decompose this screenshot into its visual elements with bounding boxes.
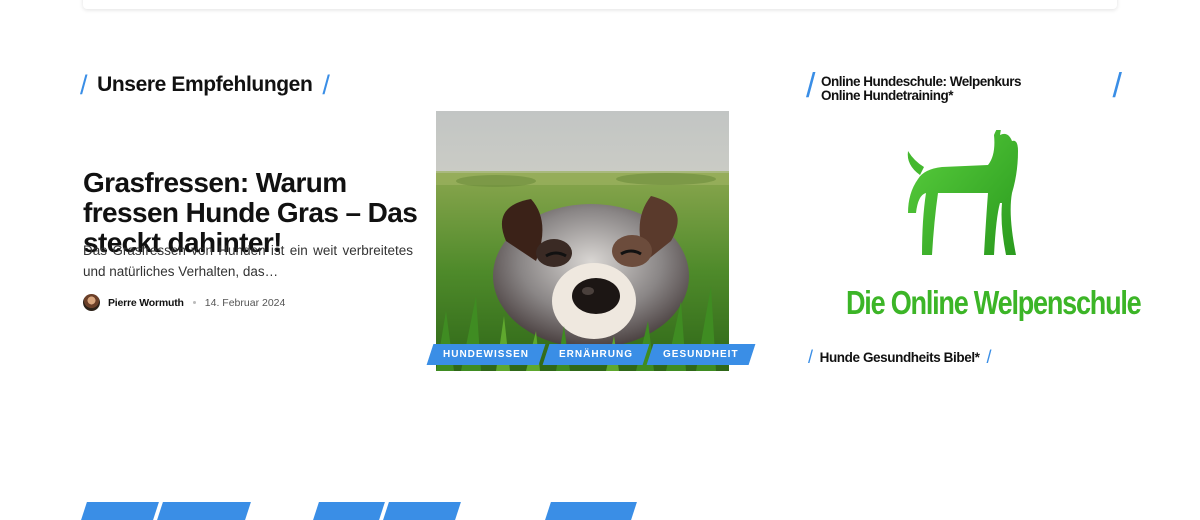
bottom-tag[interactable]: [313, 502, 385, 520]
section-title: Unsere Empfehlungen: [97, 73, 313, 96]
sidebar-link-label[interactable]: Hunde Gesundheits Bibel*: [820, 350, 980, 365]
next-article-tags-1: [81, 502, 251, 520]
bottom-tag[interactable]: [157, 502, 251, 520]
category-tag-hundewissen[interactable]: Hundewissen: [426, 344, 546, 365]
sidebar-title[interactable]: Online Hundeschule: Welpenkurs Online Hu…: [821, 75, 1061, 103]
sidebar-heading: / Online Hundeschule: Welpenkurs Online …: [806, 69, 1122, 105]
category-tag-ernaehrung[interactable]: Ernährung: [542, 344, 650, 365]
link-slash-right: /: [986, 347, 992, 367]
next-article-tags-2: [313, 502, 461, 520]
sidebar-slash-right: /: [1112, 67, 1122, 105]
next-article-tags-3: [545, 502, 637, 520]
sidebar-link[interactable]: / Hunde Gesundheits Bibel* /: [808, 347, 992, 368]
article-date: 14. Februar 2024: [204, 296, 286, 309]
link-slash-left: /: [808, 347, 813, 367]
bottom-tag[interactable]: [545, 502, 637, 520]
featured-image-dog-in-grass[interactable]: [436, 111, 729, 371]
bottom-tag[interactable]: [383, 502, 461, 520]
author-name[interactable]: Pierre Wormuth: [108, 297, 184, 309]
category-tag-gesundheit[interactable]: Gesundheit: [646, 344, 755, 365]
top-card: [83, 0, 1117, 9]
article-meta: Pierre Wormuth 14. Februar 2024: [83, 293, 285, 312]
meta-separator: [192, 301, 196, 304]
welpenschule-logo-text: Die Online Welpenschule: [846, 284, 1142, 321]
sidebar-slash-left: /: [806, 67, 816, 105]
article-excerpt: Das Grasfressen von Hunden ist ein weit …: [83, 243, 413, 279]
bottom-tag[interactable]: [81, 502, 159, 520]
article-categories: Hundewissen Ernährung Gesundheit: [426, 344, 755, 365]
author-avatar[interactable]: [83, 294, 100, 311]
section-heading: / Unsere Empfehlungen /: [80, 70, 330, 100]
heading-slash-left: /: [80, 69, 88, 100]
heading-slash-right: /: [322, 69, 330, 100]
